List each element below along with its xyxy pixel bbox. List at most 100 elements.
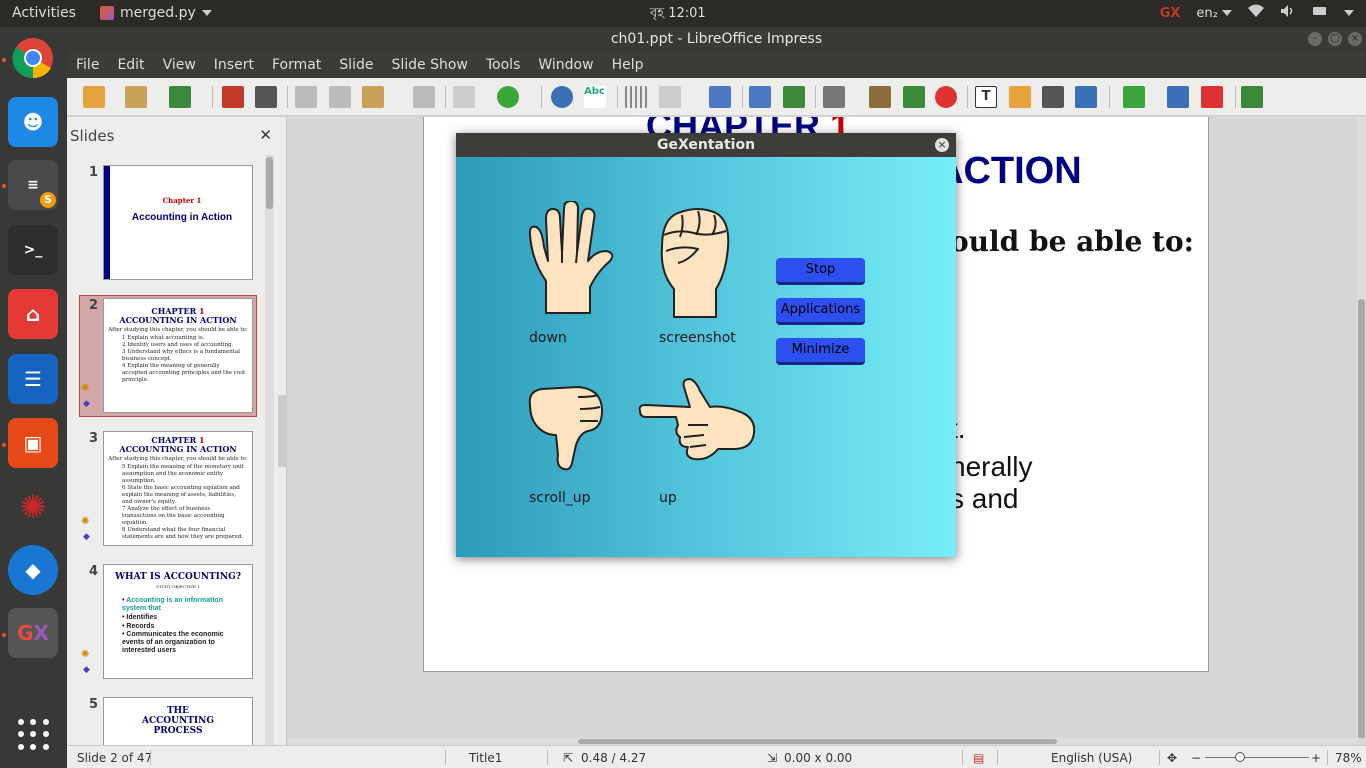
paste-icon[interactable]: [362, 86, 384, 108]
terminal-icon[interactable]: >_: [8, 225, 58, 275]
zoom-slider[interactable]: [1205, 752, 1309, 762]
slide-number: 1: [89, 165, 99, 180]
export-pdf-icon[interactable]: [222, 86, 244, 108]
web-icon[interactable]: ✺: [8, 482, 58, 532]
hyperlink-icon[interactable]: [1042, 86, 1064, 108]
new-slide-icon[interactable]: [1123, 86, 1145, 108]
menu-view[interactable]: View: [163, 57, 196, 73]
minimize-button[interactable]: Minimize: [776, 338, 865, 365]
slide-thumbnail-2[interactable]: CHAPTER 1 ACCOUNTING IN ACTION After stu…: [103, 298, 253, 413]
display-views-icon[interactable]: [659, 86, 681, 108]
slides-panel-scrollbar[interactable]: [265, 155, 274, 745]
activities-button[interactable]: Activities: [12, 5, 76, 21]
menu-help[interactable]: Help: [612, 57, 644, 73]
fist-hand-icon: [658, 207, 732, 323]
table-icon[interactable]: [823, 86, 845, 108]
menu-slide-show[interactable]: Slide Show: [391, 57, 467, 73]
grid-icon[interactable]: [625, 86, 647, 108]
menu-slide[interactable]: Slide: [339, 57, 373, 73]
gexentation-icon[interactable]: GX: [8, 608, 58, 658]
fontwork-icon[interactable]: [1009, 86, 1031, 108]
zoom-in-button[interactable]: +: [1311, 751, 1321, 765]
menu-format[interactable]: Format: [272, 57, 321, 73]
gexentation-app-icon: [100, 6, 114, 20]
system-menu-chevron-icon[interactable]: [1344, 10, 1354, 16]
menu-insert[interactable]: Insert: [214, 57, 254, 73]
start-from-current-slide-icon[interactable]: [783, 86, 805, 108]
volume-icon[interactable]: [1280, 4, 1296, 22]
minimize-window-icon[interactable]: –: [1308, 32, 1322, 46]
dialog-close-icon[interactable]: ×: [935, 138, 949, 152]
media-icon[interactable]: [935, 86, 957, 108]
maximize-window-icon[interactable]: □: [1328, 32, 1342, 46]
copy-icon[interactable]: [329, 86, 351, 108]
window-titlebar: ch01.ppt - LibreOffice Impress – □ ×: [67, 27, 1366, 52]
standard-toolbar: Abc T: [67, 78, 1366, 116]
text-box-icon[interactable]: T: [975, 86, 997, 108]
keyboard-layout[interactable]: en₂: [1196, 6, 1232, 21]
horizontal-scrollbar[interactable]: [288, 738, 1357, 745]
finder-icon[interactable]: ☻: [8, 97, 58, 147]
cut-icon[interactable]: [295, 86, 317, 108]
slide-thumbnail-1[interactable]: Chapter 1 Accounting in Action: [103, 165, 253, 280]
wireshark-icon[interactable]: ◆: [8, 545, 58, 595]
delete-slide-icon[interactable]: [1201, 86, 1223, 108]
animation-icon: ✺: [81, 516, 90, 527]
menu-edit[interactable]: Edit: [117, 57, 144, 73]
sublime-text-icon[interactable]: ≡ S: [8, 160, 58, 210]
slide-thumbnail-3[interactable]: CHAPTER 1 ACCOUNTING IN ACTION After stu…: [103, 431, 253, 546]
zoom-out-button[interactable]: −: [1191, 751, 1201, 765]
image-icon[interactable]: [869, 86, 891, 108]
find-replace-icon[interactable]: [551, 86, 573, 108]
redo-icon[interactable]: [497, 86, 519, 108]
close-panel-icon[interactable]: ✕: [259, 126, 272, 144]
vertical-scrollbar[interactable]: [1357, 117, 1366, 738]
presentation-icon[interactable]: ▣: [8, 418, 58, 468]
menu-tools[interactable]: Tools: [486, 57, 521, 73]
close-window-icon[interactable]: ×: [1348, 32, 1362, 46]
gesture-label: scroll_up: [529, 490, 591, 506]
chrome-icon[interactable]: [8, 33, 58, 83]
slide-thumbnail-4[interactable]: WHAT IS ACCOUNTING? STUDY OBJECTIVE 1 • …: [103, 564, 253, 679]
pdf-reader-icon[interactable]: ⌂: [8, 289, 58, 339]
slide-thumbnail-5[interactable]: THE ACCOUNTING PROCESS: [103, 697, 253, 745]
app-menu[interactable]: merged.py: [100, 5, 212, 21]
slide-bullet-fragment: s and: [950, 483, 1019, 514]
fit-slide-icon[interactable]: ✥: [1167, 751, 1177, 765]
spelling-icon[interactable]: Abc: [584, 86, 606, 108]
panel-split-handle[interactable]: [278, 395, 287, 467]
zoom-slider-handle[interactable]: [1235, 752, 1245, 762]
battery-icon[interactable]: [1312, 5, 1328, 21]
menu-window[interactable]: Window: [538, 57, 593, 73]
docs-icon[interactable]: ☰: [8, 354, 58, 404]
chart-icon[interactable]: [903, 86, 925, 108]
top-bar: Activities merged.py বৃহ 12:01 GX en₂: [0, 0, 1366, 27]
slide-intro-text: ould be able to:: [950, 225, 1195, 258]
slide-layout-icon[interactable]: [1241, 86, 1263, 108]
language-status[interactable]: English (USA): [1051, 751, 1132, 765]
show-applications-icon[interactable]: [18, 719, 50, 751]
open-palm-hand-icon: [524, 200, 618, 323]
open-icon[interactable]: [125, 86, 147, 108]
wifi-icon[interactable]: [1248, 4, 1264, 22]
stop-button[interactable]: Stop: [776, 258, 865, 285]
clock[interactable]: বৃহ 12:01: [650, 4, 706, 25]
new-icon[interactable]: [83, 86, 105, 108]
show-draw-functions-icon[interactable]: [1075, 86, 1097, 108]
print-icon[interactable]: [255, 86, 277, 108]
applications-button[interactable]: Applications: [776, 298, 865, 325]
size-status: 0.00 x 0.00: [784, 751, 853, 765]
zoom-level[interactable]: 78%: [1335, 751, 1362, 765]
layout-status[interactable]: Title1: [469, 751, 502, 765]
start-from-first-slide-icon[interactable]: [749, 86, 771, 108]
gx-tray-icon[interactable]: GX: [1160, 6, 1181, 21]
position-icon: ⇱: [563, 751, 574, 765]
gesture-label: screenshot: [659, 330, 736, 346]
undo-icon[interactable]: [453, 86, 475, 108]
master-slide-icon[interactable]: [709, 86, 731, 108]
duplicate-slide-icon[interactable]: [1167, 86, 1189, 108]
clone-formatting-icon[interactable]: [413, 86, 435, 108]
menu-file[interactable]: File: [76, 57, 99, 73]
document-modified-icon[interactable]: ▤: [973, 751, 984, 765]
save-icon[interactable]: [169, 86, 191, 108]
